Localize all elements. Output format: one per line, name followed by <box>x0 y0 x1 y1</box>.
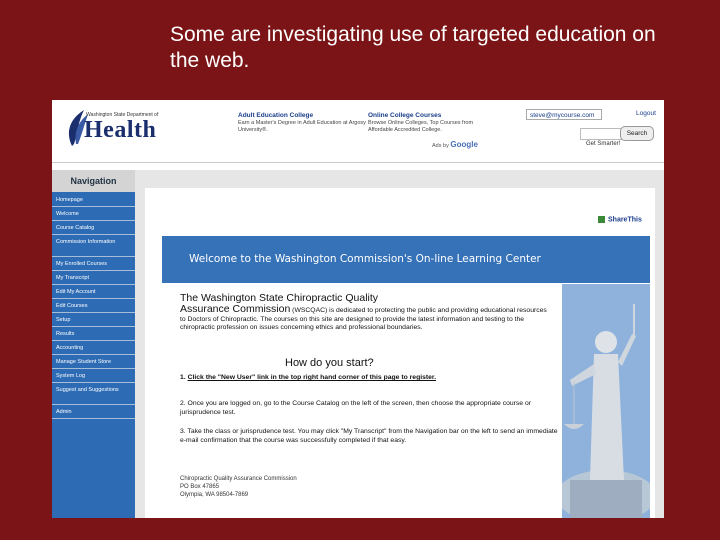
navigation-list: Homepage Welcome Course Catalog Commissi… <box>52 194 135 420</box>
ads-by-prefix: Ads by <box>432 143 449 149</box>
ad-title[interactable]: Adult Education College <box>238 112 366 119</box>
logo-text[interactable]: Health <box>84 117 156 144</box>
navigation-heading: Navigation <box>52 170 135 192</box>
share-this-button[interactable]: ShareThis <box>598 216 642 223</box>
nav-item-suggestions[interactable]: Suggest and Suggestions <box>52 384 135 405</box>
how-to-start-heading: How do you start? <box>285 357 374 369</box>
step-3: 3. Take the class or jurisprudence test.… <box>180 428 558 444</box>
ads-by-google[interactable]: Ads by Google <box>432 140 478 149</box>
user-email-field[interactable]: steve@mycourse.com <box>526 109 602 120</box>
address-line: Chiropractic Quality Assurance Commissio… <box>180 476 297 482</box>
nav-item-course-catalog[interactable]: Course Catalog <box>52 222 135 235</box>
nav-item-results[interactable]: Results <box>52 328 135 341</box>
nav-item-homepage[interactable]: Homepage <box>52 194 135 207</box>
nav-item-system-log[interactable]: System Log <box>52 370 135 383</box>
nav-item-my-enrolled-courses[interactable]: My Enrolled Courses <box>52 258 135 271</box>
nav-item-admin[interactable]: Admin <box>52 406 135 419</box>
tagline: Get Smarter! <box>586 141 621 147</box>
mailing-address: Chiropractic Quality Assurance Commissio… <box>180 475 380 499</box>
step-1: 1. Click the "New User" link in the top … <box>180 374 560 383</box>
nav-item-my-transcript[interactable]: My Transcript <box>52 272 135 285</box>
ad-text: Browse Online Colleges, Top Courses from… <box>368 120 474 133</box>
nav-item-setup[interactable]: Setup <box>52 314 135 327</box>
navigation-sidebar: Navigation Homepage Welcome Course Catal… <box>52 170 135 518</box>
nav-item-commission-information[interactable]: Commission Information <box>52 236 135 257</box>
intro-paragraph: Assurance Commission (WSCQAC) is dedicat… <box>180 303 550 333</box>
nav-item-welcome[interactable]: Welcome <box>52 208 135 221</box>
new-user-instruction-link[interactable]: Click the "New User" link in the top rig… <box>188 374 437 381</box>
google-brand: Google <box>450 140 478 149</box>
search-input[interactable] <box>580 128 622 140</box>
nav-item-accounting[interactable]: Accounting <box>52 342 135 355</box>
site-header: Washington State Department of Health Ad… <box>52 100 664 163</box>
nav-item-edit-my-account[interactable]: Edit My Account <box>52 286 135 299</box>
welcome-banner: Welcome to the Washington Commission's O… <box>162 236 650 283</box>
address-line: PO Box 47865 <box>180 484 220 490</box>
ad-text: Earn a Master's Degree in Adult Educatio… <box>238 120 366 133</box>
share-label: ShareThis <box>608 216 642 224</box>
commission-title-line2: Assurance Commission <box>180 303 291 315</box>
browser-screenshot: Washington State Department of Health Ad… <box>52 100 664 518</box>
main-content: ShareThis Welcome to the Washington Comm… <box>145 188 655 518</box>
ad-adult-education[interactable]: Adult Education College Earn a Master's … <box>238 112 366 134</box>
justice-statue-image <box>562 284 650 518</box>
ad-title[interactable]: Online College Courses <box>368 112 496 119</box>
slide-title: Some are investigating use of targeted e… <box>170 23 656 72</box>
nav-item-edit-courses[interactable]: Edit Courses <box>52 300 135 313</box>
step-1-prefix: 1. <box>180 374 188 381</box>
logout-link[interactable]: Logout <box>636 110 656 117</box>
share-icon <box>598 216 605 223</box>
ad-online-college[interactable]: Online College Courses Browse Online Col… <box>368 112 496 134</box>
address-line: Olympia, WA 98504-7869 <box>180 492 249 498</box>
step-2: 2. Once you are logged on, go to the Cou… <box>180 400 532 416</box>
search-button[interactable]: Search <box>620 126 654 141</box>
nav-item-manage-student-store[interactable]: Manage Student Store <box>52 356 135 369</box>
